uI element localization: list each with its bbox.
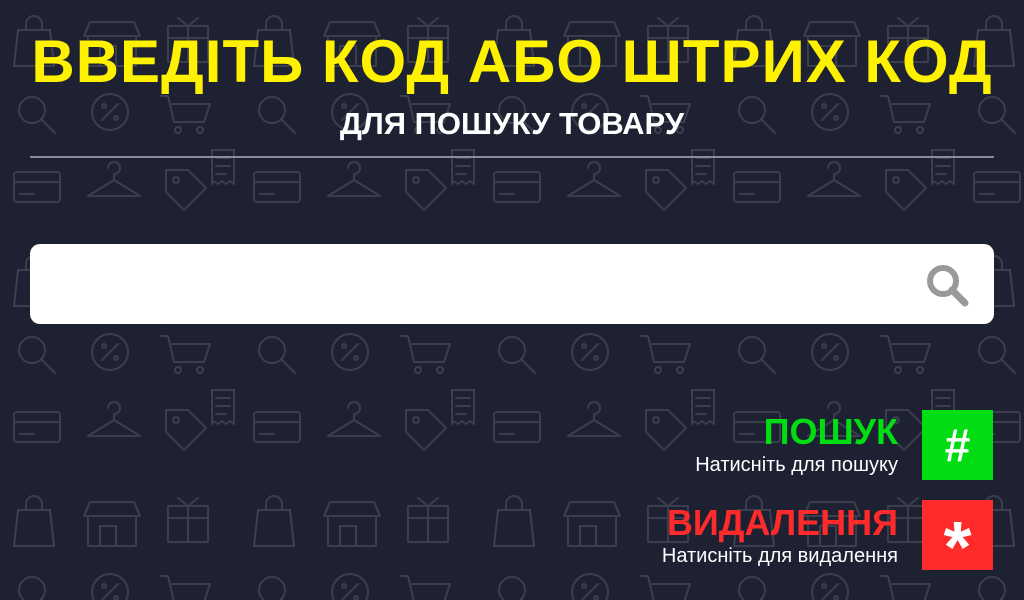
search-icon[interactable] — [924, 262, 970, 308]
delete-action-description: Натисніть для видалення — [661, 545, 898, 567]
page-subtitle: ДЛЯ ПОШУКУ ТОВАРУ — [339, 106, 685, 141]
search-box[interactable] — [30, 244, 994, 326]
search-input[interactable] — [50, 244, 914, 326]
divider — [30, 156, 994, 158]
search-key-button[interactable]: # — [922, 410, 993, 480]
delete-key-button[interactable]: * — [922, 500, 993, 588]
search-action: ПОШУК Натисніть для пошуку — [695, 412, 898, 478]
search-action-title: ПОШУК — [763, 411, 898, 452]
delete-action-title: ВИДАЛЕННЯ — [666, 502, 898, 543]
page-title: ВВЕДІТЬ КОД АБО ШТРИХ КОД — [31, 28, 993, 95]
search-action-description: Натисніть для пошуку — [695, 454, 898, 476]
delete-action: ВИДАЛЕННЯ Натисніть для видалення — [662, 503, 898, 569]
